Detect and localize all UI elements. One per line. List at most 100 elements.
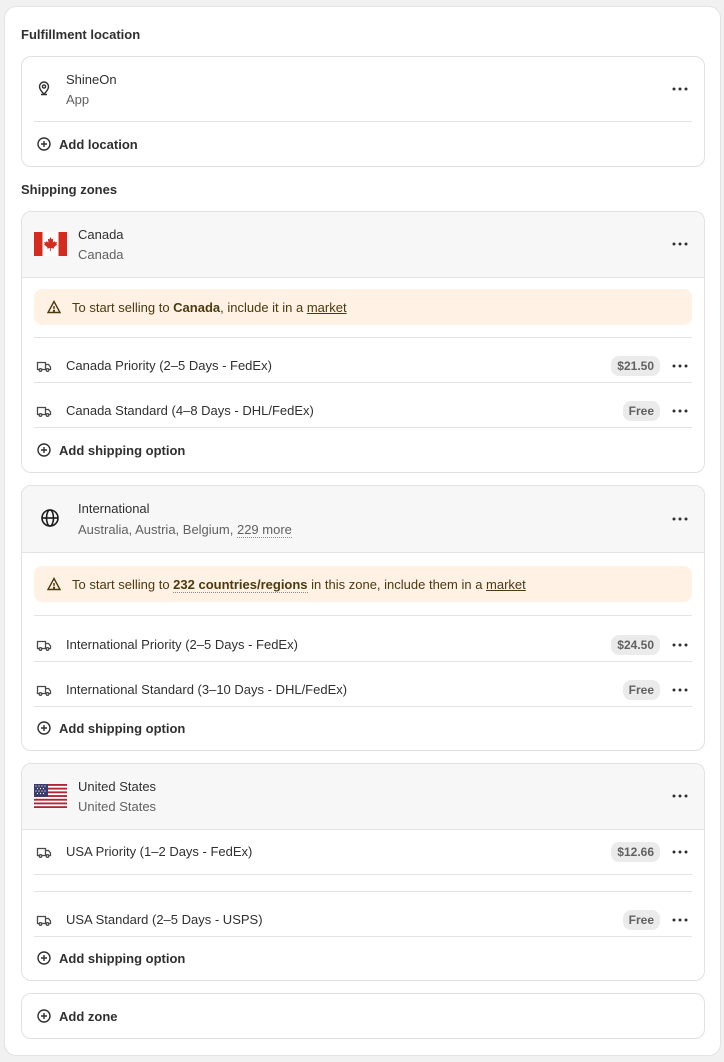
add-zone-button[interactable]: Add zone	[36, 1008, 118, 1024]
add-shipping-option-label: Add shipping option	[59, 720, 186, 736]
plus-circle-icon	[37, 721, 51, 735]
zone-countries: United States	[78, 799, 157, 814]
more-horizontal-icon	[672, 850, 688, 854]
divider	[22, 277, 704, 278]
more-horizontal-icon	[672, 643, 688, 647]
divider	[34, 121, 692, 122]
globe-icon	[40, 508, 60, 531]
more-horizontal-icon	[672, 242, 688, 246]
zone-name: United States	[78, 779, 157, 794]
market-link[interactable]: market	[307, 300, 347, 315]
fulfillment-location-card: ShineOn App Add location	[21, 56, 705, 167]
location-name: ShineOn	[66, 72, 117, 87]
banner-prefix: To start selling to	[72, 576, 174, 592]
rate-more-button[interactable]	[668, 840, 692, 864]
divider	[34, 706, 692, 707]
banner-prefix: To start selling to	[72, 299, 174, 315]
divider	[34, 382, 692, 383]
add-location-button[interactable]: Add location	[36, 136, 138, 152]
divider	[34, 661, 692, 662]
rate-price-badge: $21.50	[611, 356, 660, 376]
more-countries-link[interactable]: 229 more	[236, 522, 292, 538]
more-horizontal-icon	[672, 409, 688, 413]
rate-more-button[interactable]	[668, 633, 692, 657]
rate-name: Canada Priority (2–5 Days - FedEx)	[66, 358, 272, 373]
more-horizontal-icon	[672, 918, 688, 922]
zone-header: International Australia, Austria, Belgiu…	[22, 486, 704, 552]
zone-countries-list: Australia, Austria, Belgium,	[78, 522, 237, 537]
delivery-truck-icon	[36, 844, 52, 863]
zone-name: Canada	[78, 227, 124, 242]
rate-price-badge: $24.50	[611, 635, 660, 655]
rate-more-button[interactable]	[668, 399, 692, 423]
market-link[interactable]: market	[486, 577, 526, 592]
divider	[34, 891, 692, 892]
banner-bold: Canada	[173, 299, 221, 315]
divider	[34, 615, 692, 616]
location-pin-icon	[36, 80, 52, 99]
shipping-zones-heading: Shipping zones	[21, 182, 118, 197]
usa-flag-icon	[34, 784, 67, 811]
add-shipping-option-label: Add shipping option	[59, 950, 186, 966]
more-horizontal-icon	[672, 794, 688, 798]
location-more-button[interactable]	[668, 77, 692, 101]
market-warning-banner: To start selling to Canada, include it i…	[34, 289, 692, 325]
plus-circle-icon	[37, 951, 51, 965]
rate-price-badge: Free	[622, 680, 660, 700]
more-horizontal-icon	[672, 364, 688, 368]
zone-more-button[interactable]	[668, 507, 692, 531]
delivery-truck-icon	[36, 912, 52, 931]
banner-text: To start selling to Canada, include it i…	[72, 300, 347, 315]
plus-circle-icon	[37, 443, 51, 457]
delivery-truck-icon	[36, 682, 52, 701]
more-horizontal-icon	[672, 688, 688, 692]
zone-more-button[interactable]	[668, 232, 692, 256]
zone-card-international: International Australia, Austria, Belgiu…	[21, 485, 705, 751]
rate-name: Canada Standard (4–8 Days - DHL/FedEx)	[66, 403, 314, 418]
add-zone-label: Add zone	[59, 1008, 118, 1024]
fulfillment-heading: Fulfillment location	[21, 27, 141, 42]
alert-triangle-icon	[46, 300, 62, 314]
plus-circle-icon	[37, 137, 51, 151]
rate-more-button[interactable]	[668, 908, 692, 932]
rate-price-badge: Free	[622, 910, 660, 930]
rate-more-button[interactable]	[668, 678, 692, 702]
divider	[34, 427, 692, 428]
add-shipping-option-button[interactable]: Add shipping option	[36, 442, 185, 458]
countries-count-link[interactable]: 232 countries/regions	[173, 576, 308, 593]
location-type: App	[66, 92, 90, 107]
delivery-truck-icon	[36, 637, 52, 656]
add-shipping-option-label: Add shipping option	[59, 442, 186, 458]
rate-name: USA Standard (2–5 Days - USPS)	[66, 912, 263, 927]
add-shipping-option-button[interactable]: Add shipping option	[36, 720, 185, 736]
alert-triangle-icon	[46, 577, 62, 591]
divider	[34, 936, 692, 937]
add-zone-card: Add zone	[21, 993, 705, 1039]
rate-more-button[interactable]	[668, 354, 692, 378]
rate-price-badge: Free	[622, 401, 660, 421]
shipping-settings-panel: Fulfillment location ShineOn App Add loc…	[4, 6, 721, 1056]
rate-name: USA Priority (1–2 Days - FedEx)	[66, 844, 253, 859]
zone-countries: Australia, Austria, Belgium, 229 more	[78, 522, 292, 538]
delivery-truck-icon	[36, 358, 52, 377]
zone-card-united-states: United States United States USA Priority…	[21, 763, 705, 981]
rate-price-badge: $12.66	[611, 842, 660, 862]
zone-more-button[interactable]	[668, 784, 692, 808]
plus-circle-icon	[37, 1009, 51, 1023]
divider	[22, 552, 704, 553]
banner-mid: in this zone, include them in a	[307, 576, 487, 592]
add-location-label: Add location	[59, 136, 138, 152]
rate-name: International Standard (3–10 Days - DHL/…	[66, 682, 348, 697]
add-shipping-option-button[interactable]: Add shipping option	[36, 950, 185, 966]
divider	[34, 874, 692, 875]
more-horizontal-icon	[672, 517, 688, 521]
market-warning-banner: To start selling to 232 countries/region…	[34, 566, 692, 602]
banner-mid: , include it in a	[220, 299, 307, 315]
rate-name: International Priority (2–5 Days - FedEx…	[66, 637, 298, 652]
canada-flag-icon	[34, 232, 67, 259]
divider	[34, 337, 692, 338]
zone-card-canada: Canada Canada To start selling to Canada…	[21, 211, 705, 473]
zone-countries: Canada	[78, 247, 124, 262]
zone-header: United States United States	[22, 764, 704, 829]
banner-text: To start selling to 232 countries/region…	[72, 576, 526, 593]
